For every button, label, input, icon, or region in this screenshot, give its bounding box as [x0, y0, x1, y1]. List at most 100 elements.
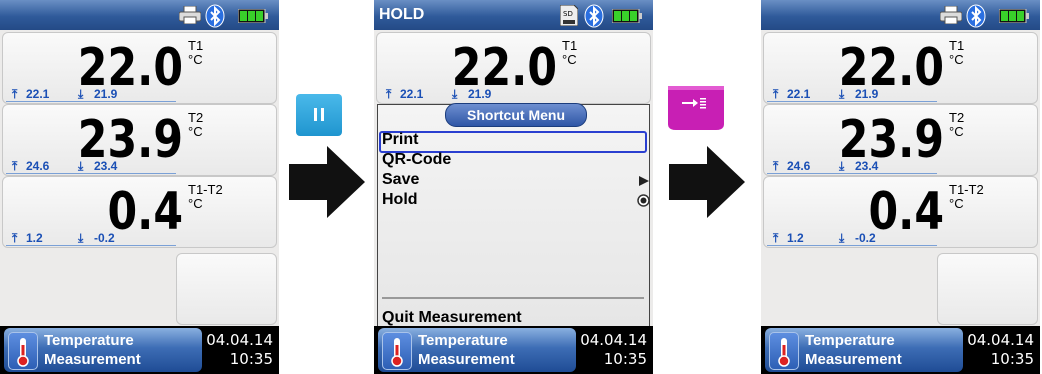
reading-panel-t1: 22.0 T1 °C ⤒ 22.1 ⤓ 21.9 [376, 32, 651, 104]
print-arrow-icon [668, 86, 724, 130]
program-name-line2: Measurement [805, 351, 902, 368]
thermometer-icon [8, 332, 38, 370]
min-value: 21.9 [855, 87, 879, 101]
min-value: -0.2 [855, 231, 876, 245]
program-name-line1: Temperature [418, 332, 508, 349]
printer-icon [940, 6, 962, 24]
max-arrow-icon: ⤒ [773, 159, 779, 173]
selection-highlight [379, 131, 647, 153]
program-name-line2: Measurement [418, 351, 515, 368]
max-value: 22.1 [400, 87, 424, 101]
min-max-row: ⤒ 1.2 ⤓ -0.2 [6, 229, 176, 247]
status-bar: HOLD SD [374, 0, 653, 30]
menu-item-print[interactable]: Print [382, 131, 418, 149]
pause-icon [314, 108, 324, 121]
radio-selected-icon [637, 194, 650, 207]
bluetooth-icon [584, 4, 604, 28]
battery-icon [999, 9, 1029, 23]
date-label: 04.04.14 [206, 331, 273, 349]
reading-panel-t2: 23.9 T2 °C ⤒ 24.6 ⤓ 23.4 [2, 104, 277, 176]
reading-panel-diff: 0.4 T1-T2 °C ⤒ 1.2 ⤓ -0.2 [2, 176, 277, 248]
date-label: 04.04.14 [967, 331, 1034, 349]
reading-label: T1 °C [949, 38, 965, 67]
hold-status: HOLD [379, 6, 425, 23]
min-max-row: ⤒ 22.1 ⤓ 21.9 [380, 85, 550, 103]
min-arrow-icon: ⤓ [78, 87, 84, 101]
menu-title: Shortcut Menu [445, 103, 587, 127]
max-value: 24.6 [26, 159, 50, 173]
bottom-bar: Temperature Measurement 04.04.14 10:35 [374, 326, 653, 374]
max-value: 1.2 [26, 231, 43, 245]
bluetooth-icon [205, 4, 225, 28]
min-arrow-icon: ⤓ [839, 87, 845, 101]
screen-measurement-1: 22.0 T1 °C ⤒ 22.1 ⤓ 21.9 23.9 T2 °C ⤒ 24… [0, 0, 279, 374]
time-label: 10:35 [229, 350, 273, 368]
status-bar [761, 0, 1040, 30]
min-max-row: ⤒ 1.2 ⤓ -0.2 [767, 229, 937, 247]
thermometer-icon [382, 332, 412, 370]
min-value: 23.4 [855, 159, 879, 173]
reading-panel-diff: 0.4 T1-T2 °C ⤒ 1.2 ⤓ -0.2 [763, 176, 1038, 248]
max-value: 1.2 [787, 231, 804, 245]
program-badge[interactable]: Temperature Measurement [378, 328, 576, 372]
min-arrow-icon: ⤓ [452, 87, 458, 101]
empty-panel [176, 253, 277, 325]
min-value: -0.2 [94, 231, 115, 245]
battery-icon [238, 9, 268, 23]
reading-label: T1 °C [188, 38, 204, 67]
min-arrow-icon: ⤓ [839, 231, 845, 245]
min-max-row: ⤒ 24.6 ⤓ 23.4 [6, 157, 176, 175]
min-max-row: ⤒ 24.6 ⤓ 23.4 [767, 157, 937, 175]
bottom-bar: Temperature Measurement 04.04.14 10:35 [761, 326, 1040, 374]
reading-label: T1-T2 °C [949, 182, 984, 211]
battery-icon [612, 9, 642, 23]
max-value: 22.1 [787, 87, 811, 101]
max-arrow-icon: ⤒ [386, 87, 392, 101]
reading-label: T1 °C [562, 38, 578, 67]
program-name-line1: Temperature [44, 332, 134, 349]
max-arrow-icon: ⤒ [12, 87, 18, 101]
reading-label: T1-T2 °C [188, 182, 223, 211]
min-max-row: ⤒ 22.1 ⤓ 21.9 [767, 85, 937, 103]
menu-item-hold[interactable]: Hold [382, 191, 418, 209]
menu-divider [382, 297, 644, 299]
reading-label: T2 °C [188, 110, 204, 139]
menu-item-qr-code[interactable]: QR-Code [382, 151, 451, 169]
max-arrow-icon: ⤒ [12, 231, 18, 245]
min-value: 23.4 [94, 159, 118, 173]
reading-panel-t1: 22.0 T1 °C ⤒ 22.1 ⤓ 21.9 [2, 32, 277, 104]
time-label: 10:35 [603, 350, 647, 368]
max-value: 22.1 [26, 87, 50, 101]
program-badge[interactable]: Temperature Measurement [765, 328, 963, 372]
thermometer-icon [769, 332, 799, 370]
reading-label: T2 °C [949, 110, 965, 139]
program-name-line2: Measurement [44, 351, 141, 368]
min-arrow-icon: ⤓ [78, 159, 84, 173]
reading-panel-t2: 23.9 T2 °C ⤒ 24.6 ⤓ 23.4 [763, 104, 1038, 176]
min-arrow-icon: ⤓ [839, 159, 845, 173]
date-label: 04.04.14 [580, 331, 647, 349]
max-arrow-icon: ⤒ [773, 87, 779, 101]
max-value: 24.6 [787, 159, 811, 173]
min-value: 21.9 [94, 87, 118, 101]
empty-panel [937, 253, 1038, 325]
min-arrow-icon: ⤓ [78, 231, 84, 245]
arrow-right-icon [289, 146, 365, 218]
program-badge[interactable]: Temperature Measurement [4, 328, 202, 372]
screen-measurement-2: 22.0 T1 °C ⤒ 22.1 ⤓ 21.9 23.9 T2 °C ⤒ 24… [761, 0, 1040, 374]
status-bar [0, 0, 279, 30]
reading-panel-t1: 22.0 T1 °C ⤒ 22.1 ⤓ 21.9 [763, 32, 1038, 104]
sd-card-icon: SD [560, 5, 578, 26]
arrow-right-icon [669, 146, 745, 218]
svg-text:SD: SD [563, 10, 573, 18]
max-arrow-icon: ⤒ [773, 231, 779, 245]
screen-shortcut-menu: HOLD SD 22.0 T1 °C ⤒ 22.1 ⤓ 21.9 Shortcu… [374, 0, 653, 374]
printer-icon [179, 6, 201, 24]
menu-item-quit-measurement[interactable]: Quit Measurement [382, 309, 522, 327]
submenu-arrow-icon [639, 176, 649, 186]
menu-item-save[interactable]: Save [382, 171, 419, 189]
program-name-line1: Temperature [805, 332, 895, 349]
print-button[interactable] [666, 84, 726, 134]
pause-button[interactable] [296, 94, 342, 136]
min-value: 21.9 [468, 87, 492, 101]
